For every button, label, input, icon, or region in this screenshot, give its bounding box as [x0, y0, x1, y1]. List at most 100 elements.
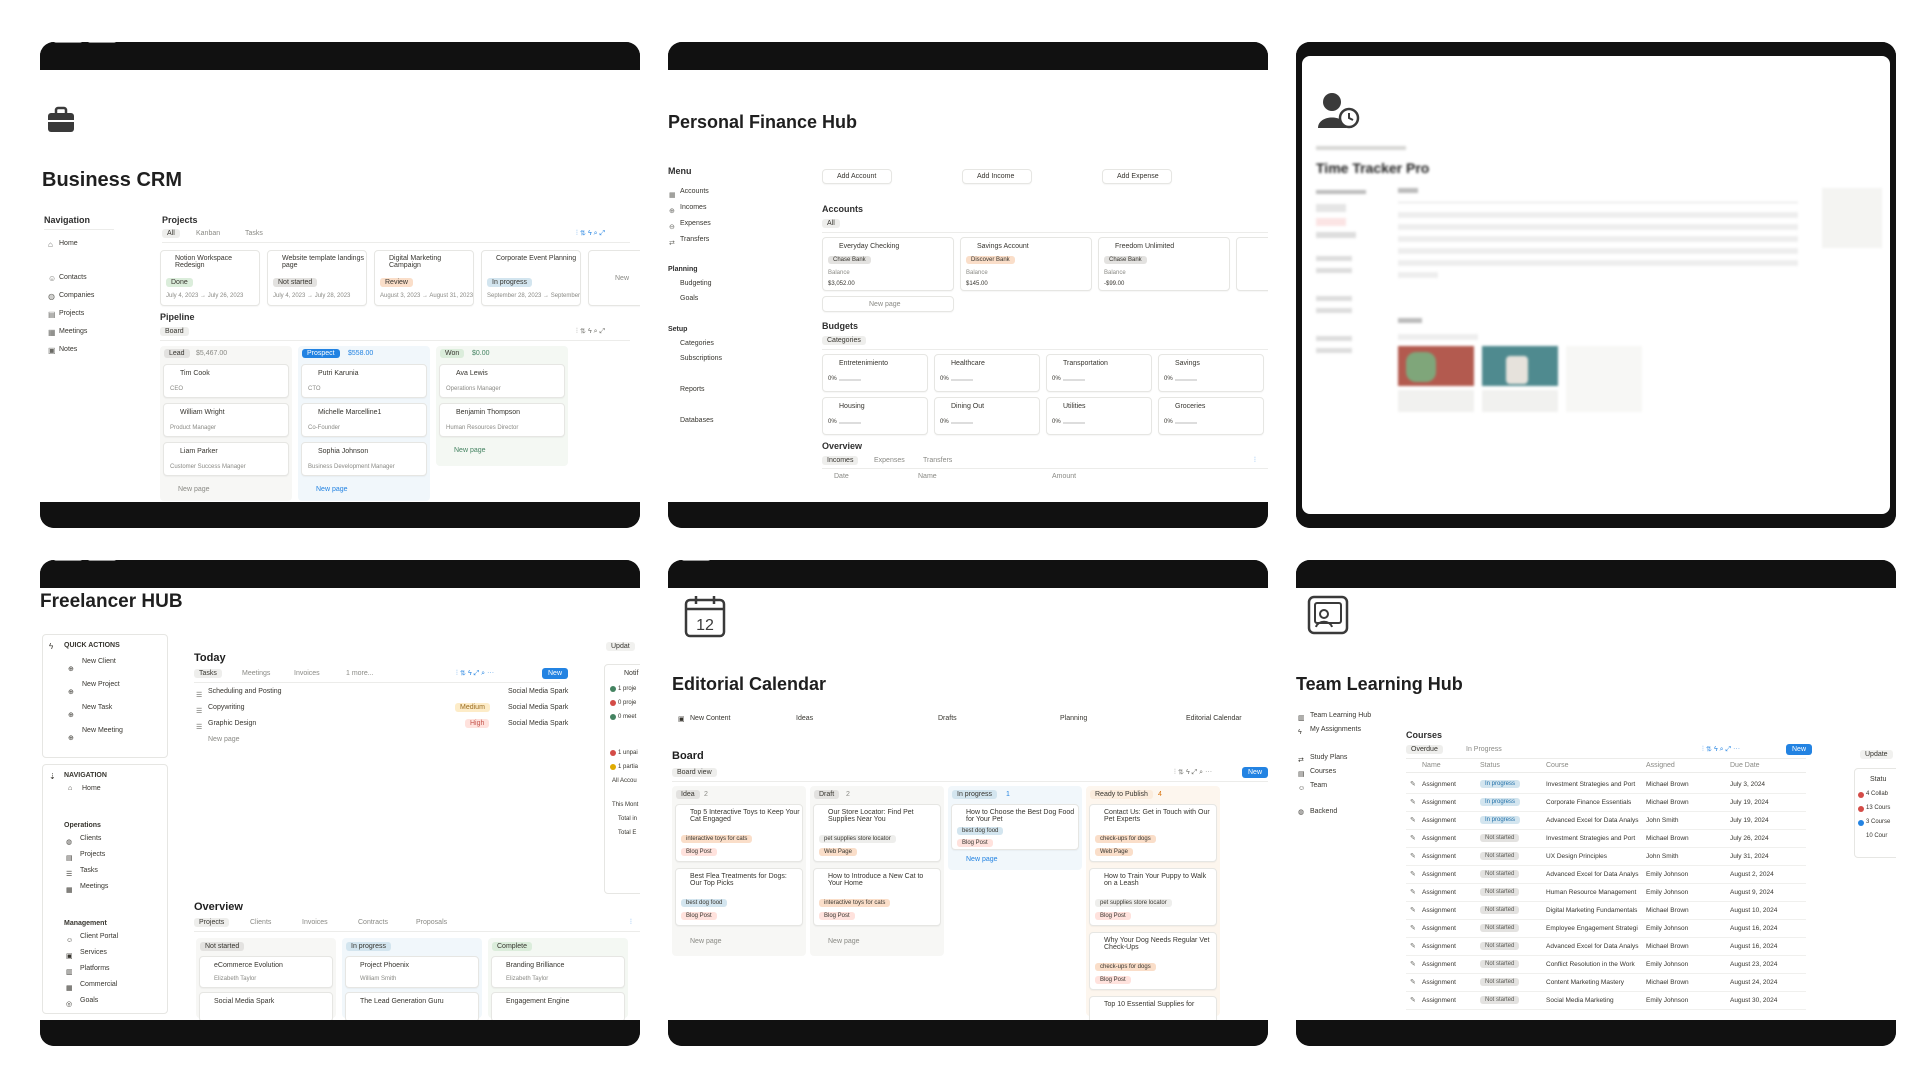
table-row[interactable]: ✎ Assignment Not started Conflict Resolutio…: [1406, 956, 1806, 974]
nav-item-contacts[interactable]: Contacts: [59, 274, 87, 281]
accounts-tab-all[interactable]: All: [822, 219, 840, 228]
task-project[interactable]: Social Media Spark: [508, 720, 568, 727]
task-project[interactable]: Social Media Spark: [508, 704, 568, 711]
new-page-link[interactable]: New page: [690, 938, 722, 945]
table-row[interactable]: ✎ Assignment Not started Human Resource Man…: [1406, 884, 1806, 902]
nav-item-notes[interactable]: Notes: [59, 346, 77, 353]
tab-more[interactable]: 1 more...: [346, 670, 374, 677]
nav-ideas[interactable]: Ideas: [796, 715, 813, 722]
content-card[interactable]: How to Introduce a New Cat to Your Home …: [813, 868, 941, 926]
contact-card[interactable]: Benjamin Thompson Human Resources Direct…: [439, 403, 565, 437]
account-card[interactable]: Everyday Checking Chase Bank Balance $3,…: [822, 237, 954, 291]
table-row[interactable]: ✎ Assignment Not started Advanced Excel for…: [1406, 866, 1806, 884]
tab-kanban[interactable]: Kanban: [196, 230, 220, 237]
content-card[interactable]: Best Flea Treatments for Dogs: Our Top P…: [675, 868, 803, 926]
new-project-card[interactable]: New: [588, 250, 640, 306]
account-card[interactable]: Freedom Unlimited Chase Bank Balance -$9…: [1098, 237, 1230, 291]
learning-template-card[interactable]: Team Learning Hub ▥ ϟ Team Learning Hub M…: [1296, 560, 1896, 1046]
tab-invoices[interactable]: Invoices: [294, 670, 320, 677]
nav-drafts[interactable]: Drafts: [938, 715, 957, 722]
nav-item-services[interactable]: Services: [80, 949, 107, 956]
project-card[interactable]: Digital Marketing Campaign Review August…: [374, 250, 474, 306]
overview-tab-proposals[interactable]: Proposals: [416, 919, 447, 926]
task-name[interactable]: Copywriting: [208, 704, 245, 711]
nav-item-meetings[interactable]: Meetings: [59, 328, 87, 335]
crm-template-card[interactable]: Business CRM Navigation ⌂ Home ☺ Contact…: [40, 42, 640, 528]
content-card[interactable]: How to Choose the Best Dog Food for Your…: [951, 804, 1079, 850]
board-view-tab[interactable]: Board: [160, 327, 189, 336]
update-button[interactable]: Updat: [606, 642, 635, 651]
table-row[interactable]: ✎ Assignment Not started Digital Marketing …: [1406, 902, 1806, 920]
table-row[interactable]: ✎ Assignment In progress Corporate Finance …: [1406, 794, 1806, 812]
new-account-page[interactable]: New page: [822, 296, 954, 312]
menu-item-subscriptions[interactable]: Subscriptions: [680, 355, 722, 362]
editorial-template-card[interactable]: 12 Editorial Calendar New Content Ideas …: [668, 560, 1268, 1046]
budget-card[interactable]: Utilities 0%: [1046, 397, 1152, 435]
contact-card[interactable]: Liam Parker Customer Success Manager: [163, 442, 289, 476]
new-meeting-button[interactable]: New Meeting: [82, 727, 123, 734]
overview-tab-incomes[interactable]: Incomes: [822, 456, 859, 465]
new-page-link[interactable]: New page: [966, 856, 998, 863]
project-card[interactable]: eCommerce Evolution Elizabeth Taylor: [199, 956, 333, 988]
add-account-button[interactable]: Add Account: [822, 169, 892, 184]
today-toolbar-icons[interactable]: ⫶ ⇅ ϟ ⤢ ⌕ ⋯: [456, 670, 494, 678]
budget-card[interactable]: Healthcare 0%: [934, 354, 1040, 392]
content-card[interactable]: Contact Us: Get in Touch with Our Pet Ex…: [1089, 804, 1217, 862]
nav-item-clients[interactable]: Clients: [80, 835, 101, 842]
table-row[interactable]: ✎ Assignment Not started Employee Engagemen…: [1406, 920, 1806, 938]
nav-item-home[interactable]: Home: [59, 240, 78, 247]
nav-item-platforms[interactable]: Platforms: [80, 965, 110, 972]
table-row[interactable]: ✎ Assignment Not started Content Marketing …: [1406, 974, 1806, 992]
project-card[interactable]: Corporate Event Planning In progress Sep…: [481, 250, 581, 306]
menu-item-accounts[interactable]: Accounts: [680, 188, 709, 195]
project-card[interactable]: The Lead Generation Guru: [345, 992, 479, 1020]
budget-card[interactable]: Housing 0%: [822, 397, 928, 435]
menu-item-goals[interactable]: Goals: [680, 295, 698, 302]
tab-meetings[interactable]: Meetings: [242, 670, 270, 677]
new-page-link[interactable]: New page: [208, 736, 240, 743]
project-card[interactable]: Engagement Engine: [491, 992, 625, 1020]
nav-item-commercial[interactable]: Commercial: [80, 981, 117, 988]
tracker-template-card[interactable]: Time Tracker Pro: [1296, 42, 1896, 528]
nav-item-projects[interactable]: Projects: [80, 851, 105, 858]
board-view-tab[interactable]: Board view: [672, 768, 717, 777]
view-toolbar-icons[interactable]: ⫶ ⇅ ϟ ⌕ ⤢: [576, 230, 605, 238]
account-card[interactable]: Savings Account Discover Bank Balance $1…: [960, 237, 1092, 291]
budget-card[interactable]: Dining Out 0%: [934, 397, 1040, 435]
menu-item-categories[interactable]: Categories: [680, 340, 714, 347]
menu-item-budgeting[interactable]: Budgeting: [680, 280, 712, 287]
contact-card[interactable]: Putri Karunia CTO: [301, 364, 427, 398]
menu-item-transfers[interactable]: Transfers: [680, 236, 709, 243]
update-button[interactable]: Update: [1860, 750, 1893, 759]
tab-tasks[interactable]: Tasks: [245, 230, 263, 237]
nav-new-content[interactable]: New Content: [690, 715, 730, 722]
menu-item-incomes[interactable]: Incomes: [680, 204, 706, 211]
finance-template-card[interactable]: Personal Finance Hub Menu Accounts Incom…: [668, 42, 1268, 528]
overview-tab-transfers[interactable]: Transfers: [923, 457, 952, 464]
content-card[interactable]: How to Train Your Puppy to Walk on a Lea…: [1089, 868, 1217, 926]
content-card[interactable]: Why Your Dog Needs Regular Vet Check-Ups…: [1089, 932, 1217, 990]
new-page-link[interactable]: New page: [828, 938, 860, 945]
new-project-button[interactable]: New Project: [82, 681, 120, 688]
project-card[interactable]: Social Media Spark: [199, 992, 333, 1020]
content-card[interactable]: Our Store Locator: Find Pet Supplies Nea…: [813, 804, 941, 862]
budget-card[interactable]: Groceries 0%: [1158, 397, 1264, 435]
menu-item-expenses[interactable]: Expenses: [680, 220, 711, 227]
budget-card[interactable]: Entretenimiento 0%: [822, 354, 928, 392]
contact-card[interactable]: Tim Cook CEO: [163, 364, 289, 398]
contact-card[interactable]: Ava Lewis Operations Manager: [439, 364, 565, 398]
project-card[interactable]: Branding Brilliance Elizabeth Taylor: [491, 956, 625, 988]
table-row[interactable]: ✎ Assignment Not started Advanced Excel for…: [1406, 938, 1806, 956]
budget-card[interactable]: Transportation 0%: [1046, 354, 1152, 392]
nav-item-companies[interactable]: Companies: [59, 292, 94, 299]
table-row[interactable]: ✎ Assignment In progress Investment Strateg…: [1406, 776, 1806, 794]
budget-card[interactable]: Savings 0%: [1158, 354, 1264, 392]
add-income-button[interactable]: Add Income: [962, 169, 1032, 184]
table-row[interactable]: ✎ Assignment Not started UX Design Principl…: [1406, 848, 1806, 866]
task-name[interactable]: Graphic Design: [208, 720, 256, 727]
nav-item-goals[interactable]: Goals: [80, 997, 98, 1004]
new-client-button[interactable]: New Client: [82, 658, 116, 665]
new-page-link[interactable]: New page: [178, 486, 210, 493]
content-card[interactable]: Top 5 Interactive Toys to Keep Your Cat …: [675, 804, 803, 862]
tab-tasks[interactable]: Tasks: [194, 669, 222, 678]
